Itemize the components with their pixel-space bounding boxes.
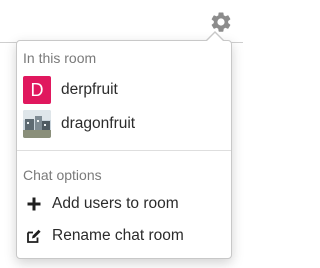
option-label: Rename chat room	[52, 227, 184, 244]
in-this-room-header: In this room	[23, 50, 97, 66]
chat-options-header: Chat options	[23, 167, 102, 183]
avatar: D	[23, 76, 51, 104]
avatar-photo	[23, 110, 51, 138]
avatar-letter: D	[30, 80, 44, 100]
member-name: dragonfruit	[61, 115, 136, 132]
plus-icon	[27, 197, 41, 211]
menu-caret	[206, 33, 224, 42]
option-label: Add users to room	[52, 195, 179, 212]
member-dragonfruit[interactable]: dragonfruit	[23, 110, 213, 138]
edit-icon	[27, 229, 41, 243]
member-derpfruit[interactable]: D derpfruit	[23, 76, 213, 104]
add-users-to-room-option[interactable]: Add users to room	[26, 192, 216, 216]
rename-chat-room-option[interactable]: Rename chat room	[26, 224, 216, 248]
member-name: derpfruit	[61, 81, 118, 98]
menu-divider	[17, 150, 231, 151]
avatar	[23, 110, 51, 138]
